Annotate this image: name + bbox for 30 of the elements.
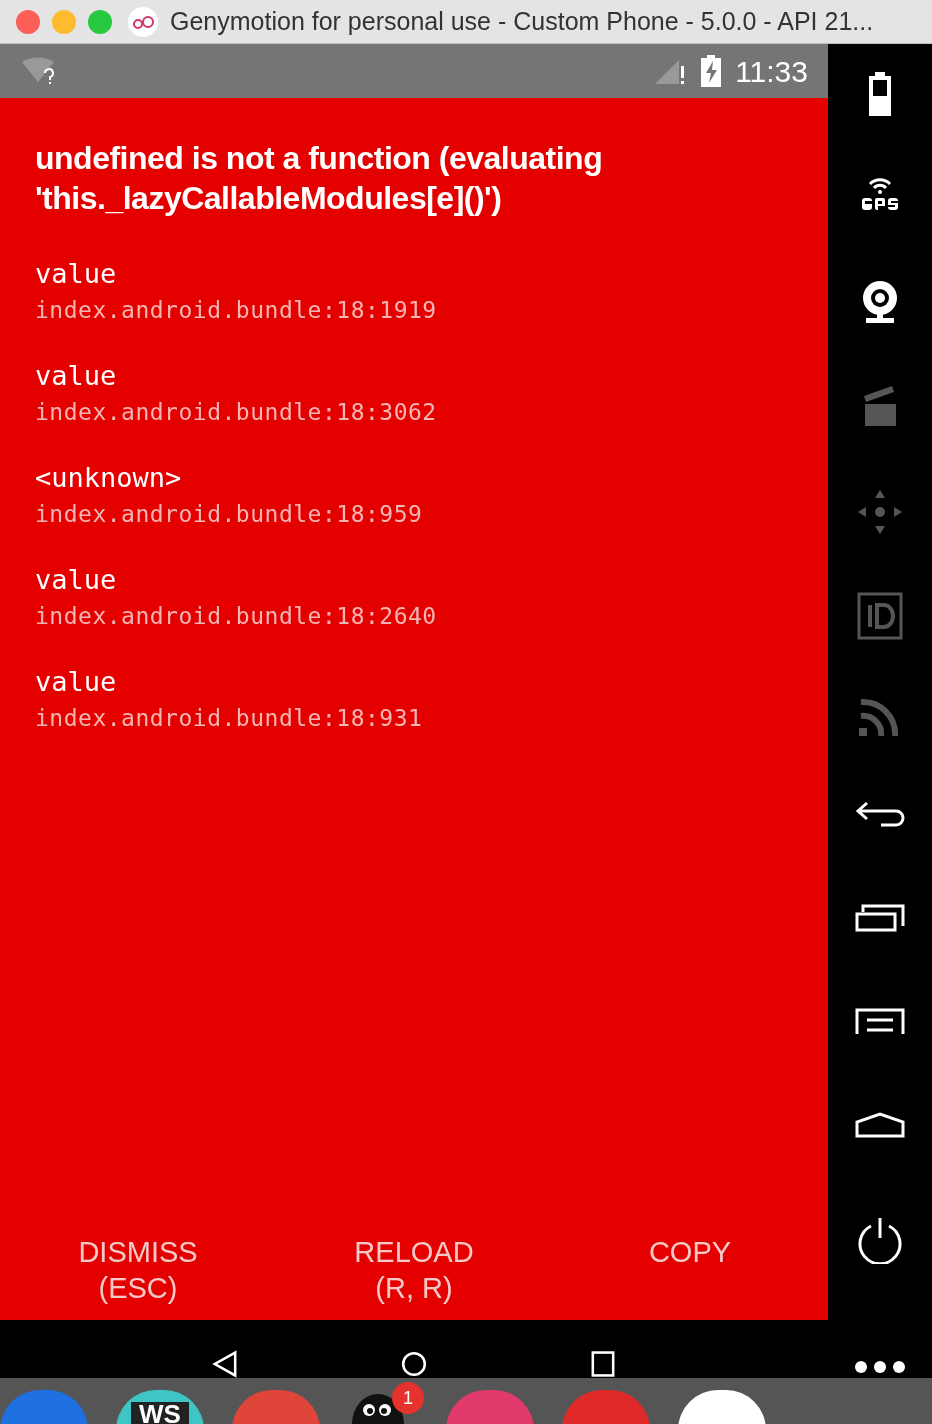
app-logo-icon (128, 6, 158, 37)
webcam-icon[interactable] (860, 280, 900, 324)
redbox-button[interactable]: DISMISS (ESC) (0, 1234, 276, 1314)
error-message: undefined is not a function (evaluating 'this._lazyCallableModules[e]()') (35, 139, 604, 218)
app-logo-text: WS (131, 1402, 189, 1424)
battery-charging-icon (699, 55, 724, 87)
notification-badge: 1 (392, 1382, 424, 1414)
stack-frame-location: index.android.bundle:18:1919 (35, 296, 438, 325)
stack-frame-location: index.android.bundle:18:3062 (35, 398, 438, 427)
battery-icon[interactable] (867, 72, 893, 116)
gps-icon[interactable] (859, 176, 901, 210)
stack-frame-method: <unknown> (35, 461, 183, 495)
more-icon[interactable] (854, 1360, 906, 1374)
recent-apps-icon[interactable] (855, 904, 905, 932)
stack-frame-location: index.android.bundle:18:959 (35, 500, 424, 529)
stack-frame-location: index.android.bundle:18:931 (35, 704, 424, 733)
stack-frame-method: value (35, 257, 118, 291)
status-time: 11:33 (735, 53, 808, 90)
stack-frame-method: value (35, 563, 118, 597)
redbox-button[interactable]: RELOAD (R, R) (276, 1234, 552, 1314)
back-icon[interactable] (855, 800, 905, 830)
window-title: Genymotion for personal use - Custom Phone - 5.0.0 - API 21... (170, 5, 874, 37)
stack-frame-location: index.android.bundle:18:2640 (35, 602, 438, 631)
home-icon[interactable] (855, 1112, 905, 1138)
menu-icon[interactable] (855, 1008, 905, 1034)
power-icon[interactable] (857, 1216, 903, 1264)
stack-frame-method: value (35, 359, 118, 393)
redbox-button[interactable]: COPY (552, 1234, 828, 1314)
app-icon[interactable]: WS (116, 1390, 204, 1424)
stack-frame-method: value (35, 665, 118, 699)
